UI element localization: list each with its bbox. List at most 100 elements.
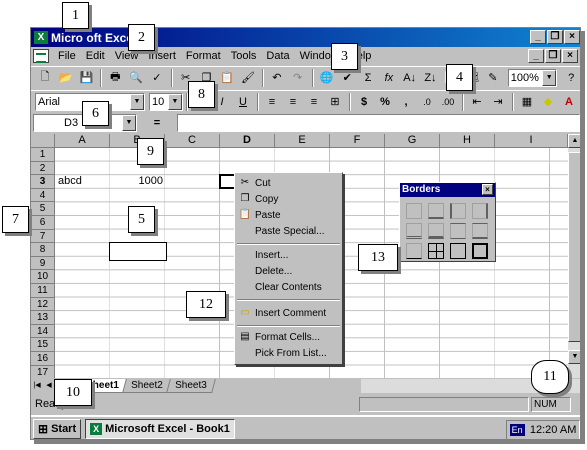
row-header[interactable]: 6 — [31, 216, 55, 230]
border-top-thick-bottom-icon[interactable] — [472, 223, 488, 239]
menu-data[interactable]: Data — [261, 50, 294, 62]
row-header[interactable]: 15 — [31, 338, 55, 352]
percent-icon[interactable]: % — [375, 93, 395, 111]
select-all-button[interactable] — [31, 134, 55, 148]
cell-a3[interactable]: abcd — [58, 175, 82, 187]
formula-input[interactable] — [177, 114, 580, 132]
menu-format[interactable]: Format — [181, 50, 226, 62]
print-preview-icon[interactable]: 🔍 — [126, 69, 146, 87]
column-header-f[interactable]: F — [330, 134, 385, 148]
chevron-down-icon[interactable]: ▼ — [130, 93, 144, 110]
row-header[interactable]: 12 — [31, 297, 55, 312]
hyperlink-icon[interactable]: 🌐 — [317, 69, 337, 87]
align-right-icon[interactable]: ≡ — [304, 93, 324, 111]
doc-minimize-button[interactable]: _ — [528, 49, 544, 63]
row-header[interactable]: 10 — [31, 270, 55, 284]
spelling-icon[interactable]: ✓ — [147, 69, 167, 87]
row-header[interactable]: 7 — [31, 229, 55, 244]
border-right-icon[interactable] — [472, 203, 488, 219]
function-icon[interactable]: fx — [379, 69, 399, 87]
chevron-down-icon[interactable]: ▼ — [122, 115, 136, 131]
column-header-g[interactable]: G — [385, 134, 440, 148]
column-header-a[interactable]: A — [55, 134, 110, 148]
vertical-scrollbar[interactable]: ▲ ▼ — [568, 134, 580, 378]
increase-decimal-icon[interactable]: .0 — [417, 93, 437, 111]
chevron-down-icon[interactable]: ▼ — [168, 93, 182, 110]
row-header[interactable]: 2 — [31, 161, 55, 176]
row-header[interactable]: 1 — [31, 148, 55, 162]
first-sheet-icon[interactable]: |◀ — [31, 379, 43, 393]
menu-insert-comment[interactable]: Insert Comment — [255, 307, 326, 321]
border-thick-outside-icon[interactable] — [472, 243, 488, 259]
merge-center-icon[interactable]: ⊞ — [325, 93, 345, 111]
borders-icon[interactable]: ▦ — [517, 93, 537, 111]
doc-restore-button[interactable]: ❐ — [545, 49, 561, 63]
tab-sheet3[interactable]: Sheet3 — [165, 379, 216, 393]
language-indicator[interactable]: En — [509, 424, 525, 436]
border-none-icon[interactable] — [406, 203, 422, 219]
row-header[interactable]: 4 — [31, 188, 55, 203]
open-icon[interactable]: 📂 — [56, 69, 76, 87]
web-toolbar-icon[interactable]: ✔ — [337, 69, 357, 87]
close-button[interactable]: × — [564, 30, 580, 44]
column-header-i[interactable]: I — [495, 134, 568, 148]
tab-sheet2[interactable]: Sheet2 — [121, 379, 172, 393]
text-box[interactable] — [109, 242, 167, 261]
menu-file[interactable]: File — [53, 50, 81, 62]
column-header-h[interactable]: H — [440, 134, 495, 148]
cell-b3[interactable]: 1000 — [110, 175, 163, 187]
border-outside-icon[interactable] — [450, 243, 466, 259]
zoom-select[interactable]: 100% ▼ — [507, 68, 558, 87]
border-all-icon[interactable] — [428, 243, 444, 259]
border-double-bottom-icon[interactable] — [406, 223, 422, 239]
column-header-c[interactable]: C — [165, 134, 220, 148]
sort-ascending-icon[interactable]: A↓ — [400, 69, 420, 87]
column-header-e[interactable]: E — [275, 134, 330, 148]
align-center-icon[interactable]: ≡ — [283, 93, 303, 111]
menu-delete[interactable]: Delete... — [255, 265, 292, 279]
menu-insert[interactable]: Insert... — [255, 249, 288, 263]
row-header[interactable]: 14 — [31, 324, 55, 339]
fill-color-icon[interactable]: ◆ — [538, 93, 558, 111]
comma-style-icon[interactable]: , — [396, 93, 416, 111]
menu-copy[interactable]: Copy — [255, 193, 278, 207]
save-icon[interactable]: 💾 — [77, 69, 97, 87]
font-color-icon[interactable]: A — [559, 93, 579, 111]
italic-icon[interactable]: I — [212, 93, 232, 111]
autosum-icon[interactable]: Σ — [358, 69, 378, 87]
redo-icon[interactable]: ↷ — [288, 69, 308, 87]
underline-icon[interactable]: U — [233, 93, 253, 111]
start-button[interactable]: ⊞ Start — [33, 419, 82, 439]
row-header[interactable]: 11 — [31, 284, 55, 298]
border-thick-bottom-icon[interactable] — [428, 223, 444, 239]
menu-clear-contents[interactable]: Clear Contents — [255, 281, 322, 295]
office-assistant-icon[interactable]: ? — [561, 69, 580, 87]
border-all-bottom-icon[interactable] — [406, 243, 422, 259]
menu-view[interactable]: View — [110, 50, 144, 62]
restore-button[interactable]: ❐ — [547, 30, 563, 44]
increase-indent-icon[interactable]: ⇥ — [488, 93, 508, 111]
border-left-icon[interactable] — [450, 203, 466, 219]
paste-icon[interactable]: 📋 — [217, 69, 237, 87]
menu-insert[interactable]: Insert — [143, 50, 181, 62]
print-icon[interactable]: 🖶 — [105, 69, 125, 87]
chevron-down-icon[interactable]: ▼ — [542, 69, 557, 86]
document-icon[interactable] — [33, 49, 49, 63]
equals-icon[interactable]: = — [137, 117, 177, 129]
doc-close-button[interactable]: × — [562, 49, 578, 63]
undo-icon[interactable]: ↶ — [267, 69, 287, 87]
currency-icon[interactable]: $ — [354, 93, 374, 111]
menu-tools[interactable]: Tools — [226, 50, 262, 62]
scroll-up-icon[interactable]: ▲ — [568, 134, 580, 148]
row-header[interactable]: 8 — [31, 243, 55, 257]
scroll-thumb[interactable] — [568, 152, 580, 342]
decrease-decimal-icon[interactable]: .00 — [438, 93, 458, 111]
sort-descending-icon[interactable]: Z↓ — [421, 69, 441, 87]
scroll-down-icon[interactable]: ▼ — [568, 350, 580, 364]
menu-format-cells[interactable]: Format Cells... — [255, 331, 320, 345]
decrease-indent-icon[interactable]: ⇤ — [467, 93, 487, 111]
menu-paste[interactable]: Paste — [255, 209, 281, 223]
row-header[interactable]: 17 — [31, 365, 55, 378]
row-header[interactable]: 3 — [31, 175, 55, 189]
drawing-icon[interactable]: ✎ — [483, 69, 503, 87]
